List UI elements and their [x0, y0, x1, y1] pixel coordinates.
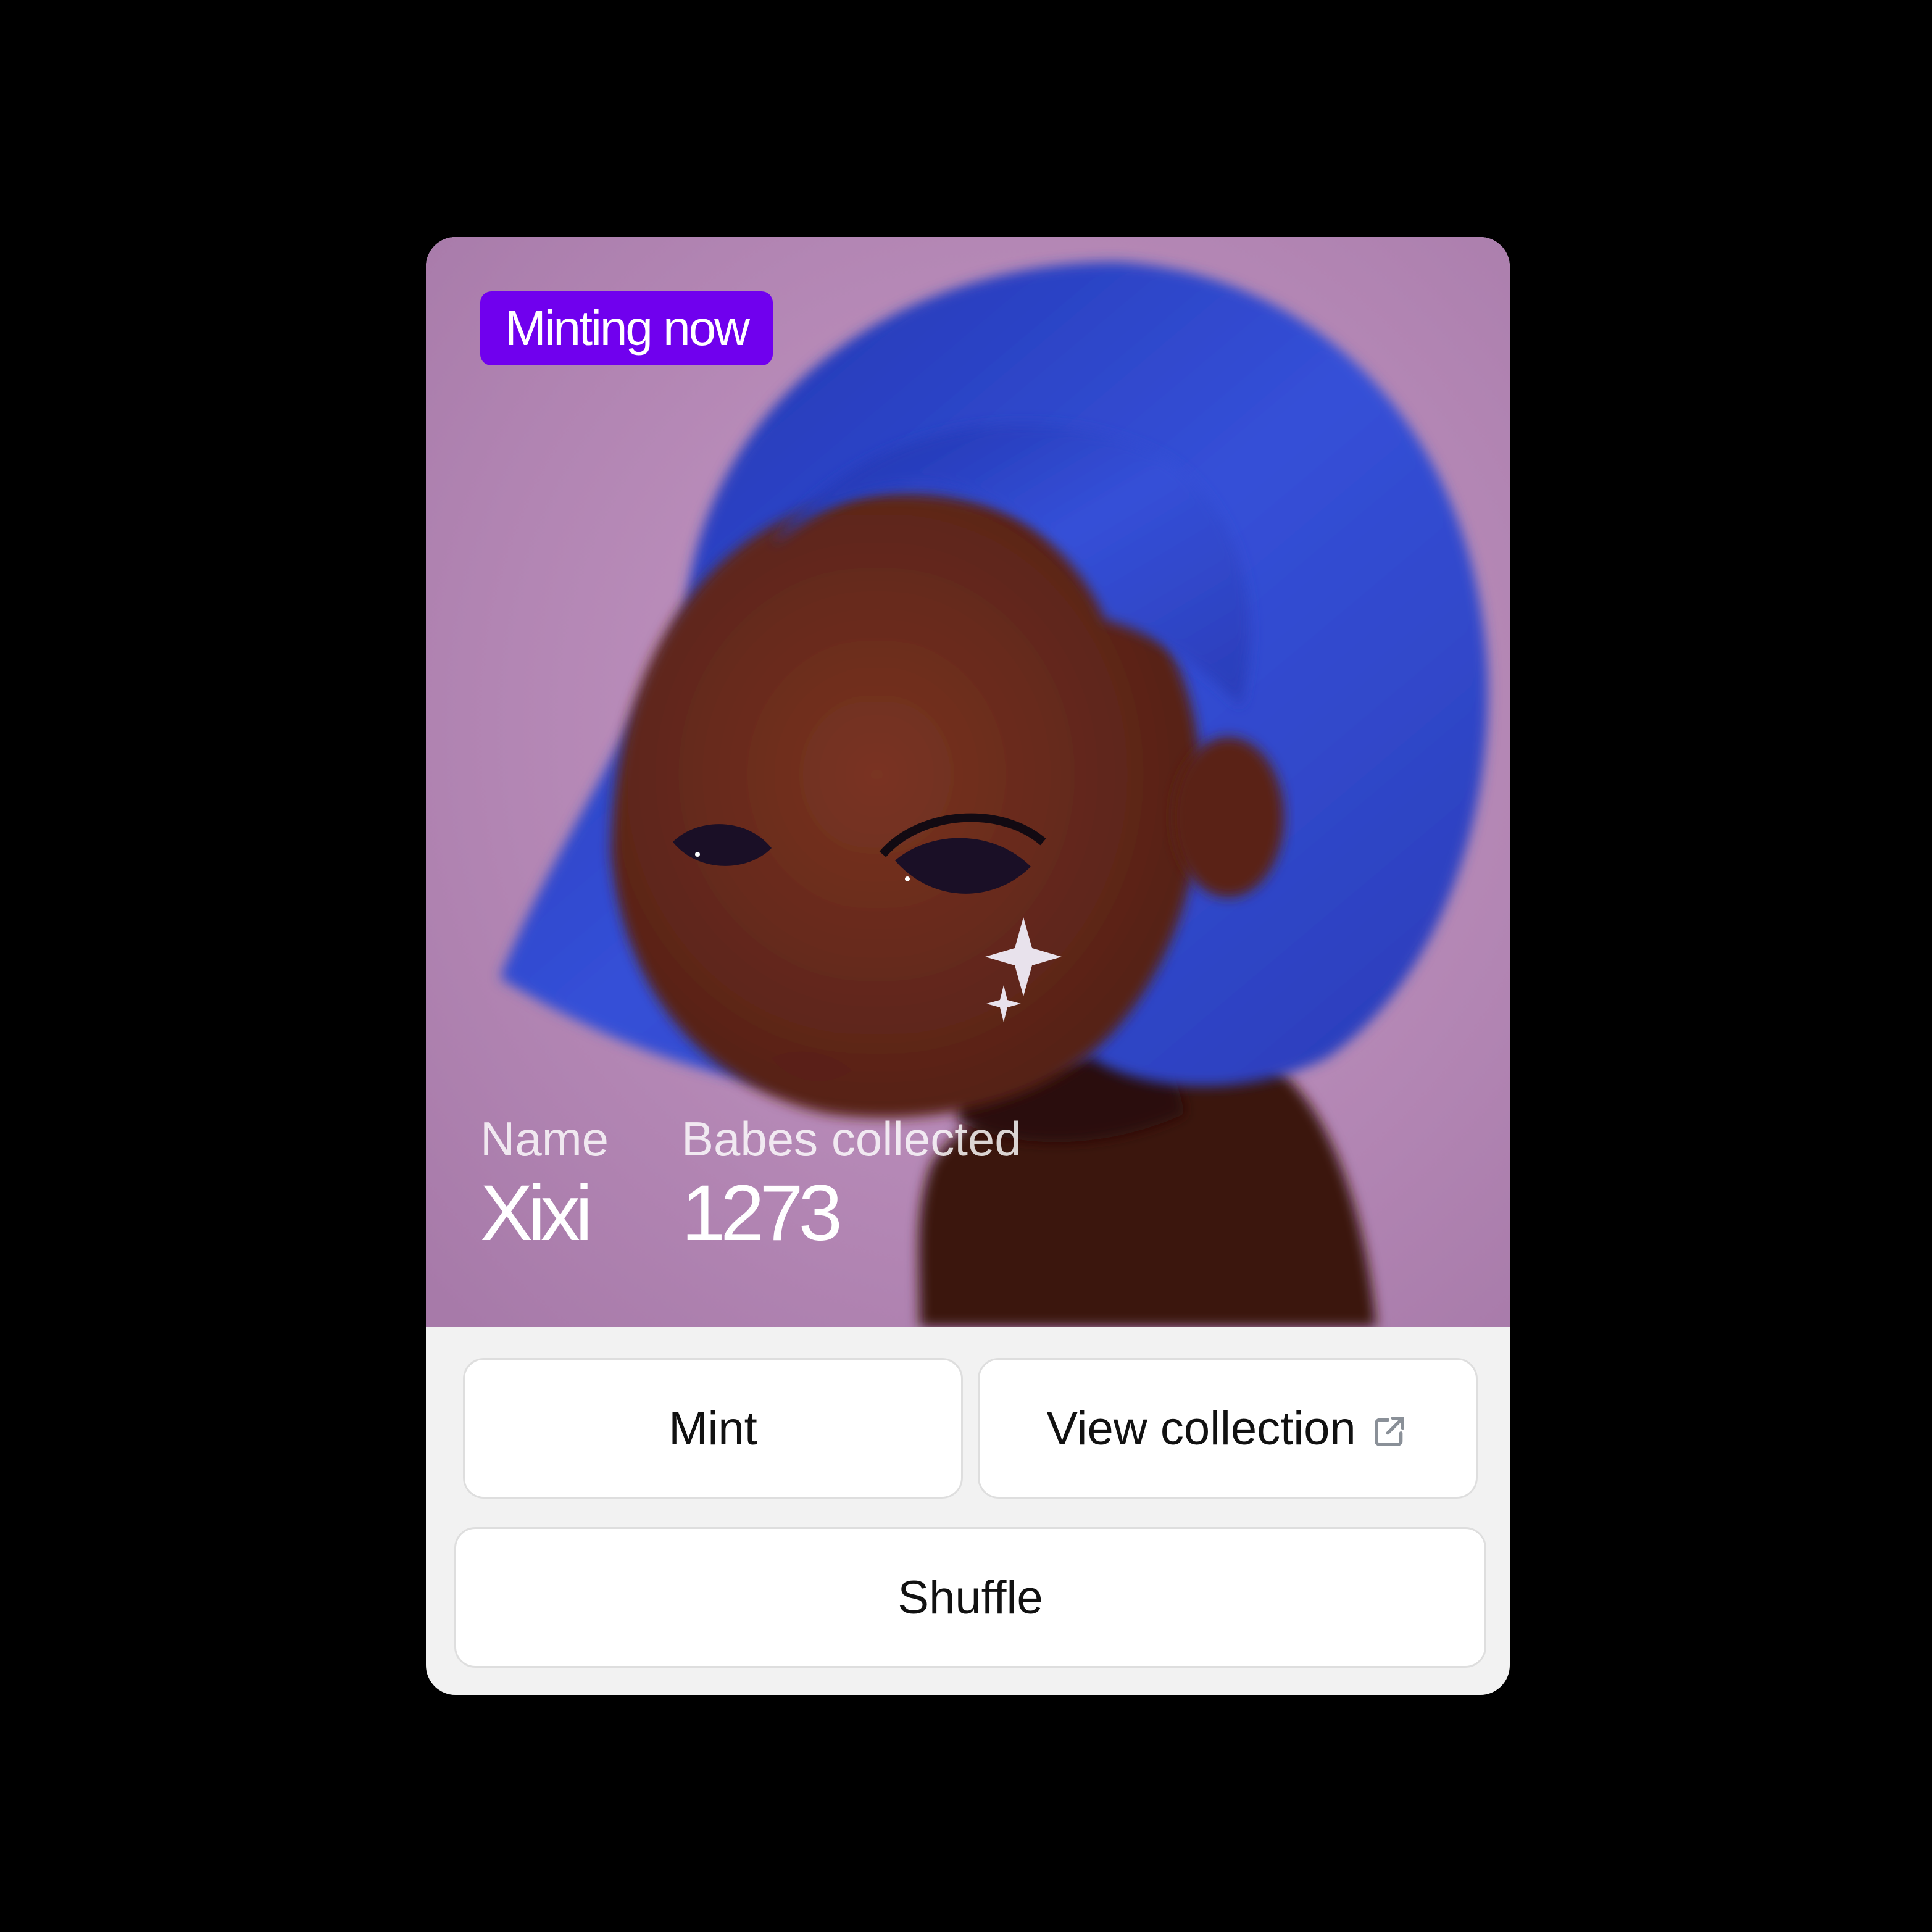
name-value: Xixi [480, 1169, 593, 1257]
view-collection-button[interactable]: View collection [978, 1358, 1478, 1499]
nft-artwork: Minting now Name Xixi Babes collected 12… [426, 237, 1510, 1327]
collected-value: 1273 [681, 1169, 843, 1257]
collected-stat: Babes collected 1273 [681, 1111, 1022, 1257]
external-link-icon [1370, 1409, 1409, 1448]
view-collection-label: View collection [1046, 1402, 1356, 1455]
name-stat: Name Xixi [480, 1111, 609, 1257]
shuffle-button[interactable]: Shuffle [454, 1527, 1486, 1668]
mint-card: Minting now Name Xixi Babes collected 12… [426, 237, 1510, 1695]
minting-now-badge: Minting now [480, 291, 773, 365]
shuffle-button-label: Shuffle [897, 1571, 1043, 1624]
mint-button[interactable]: Mint [463, 1358, 963, 1499]
mint-button-label: Mint [668, 1402, 757, 1455]
collected-label: Babes collected [681, 1112, 1022, 1166]
name-label: Name [480, 1112, 609, 1166]
